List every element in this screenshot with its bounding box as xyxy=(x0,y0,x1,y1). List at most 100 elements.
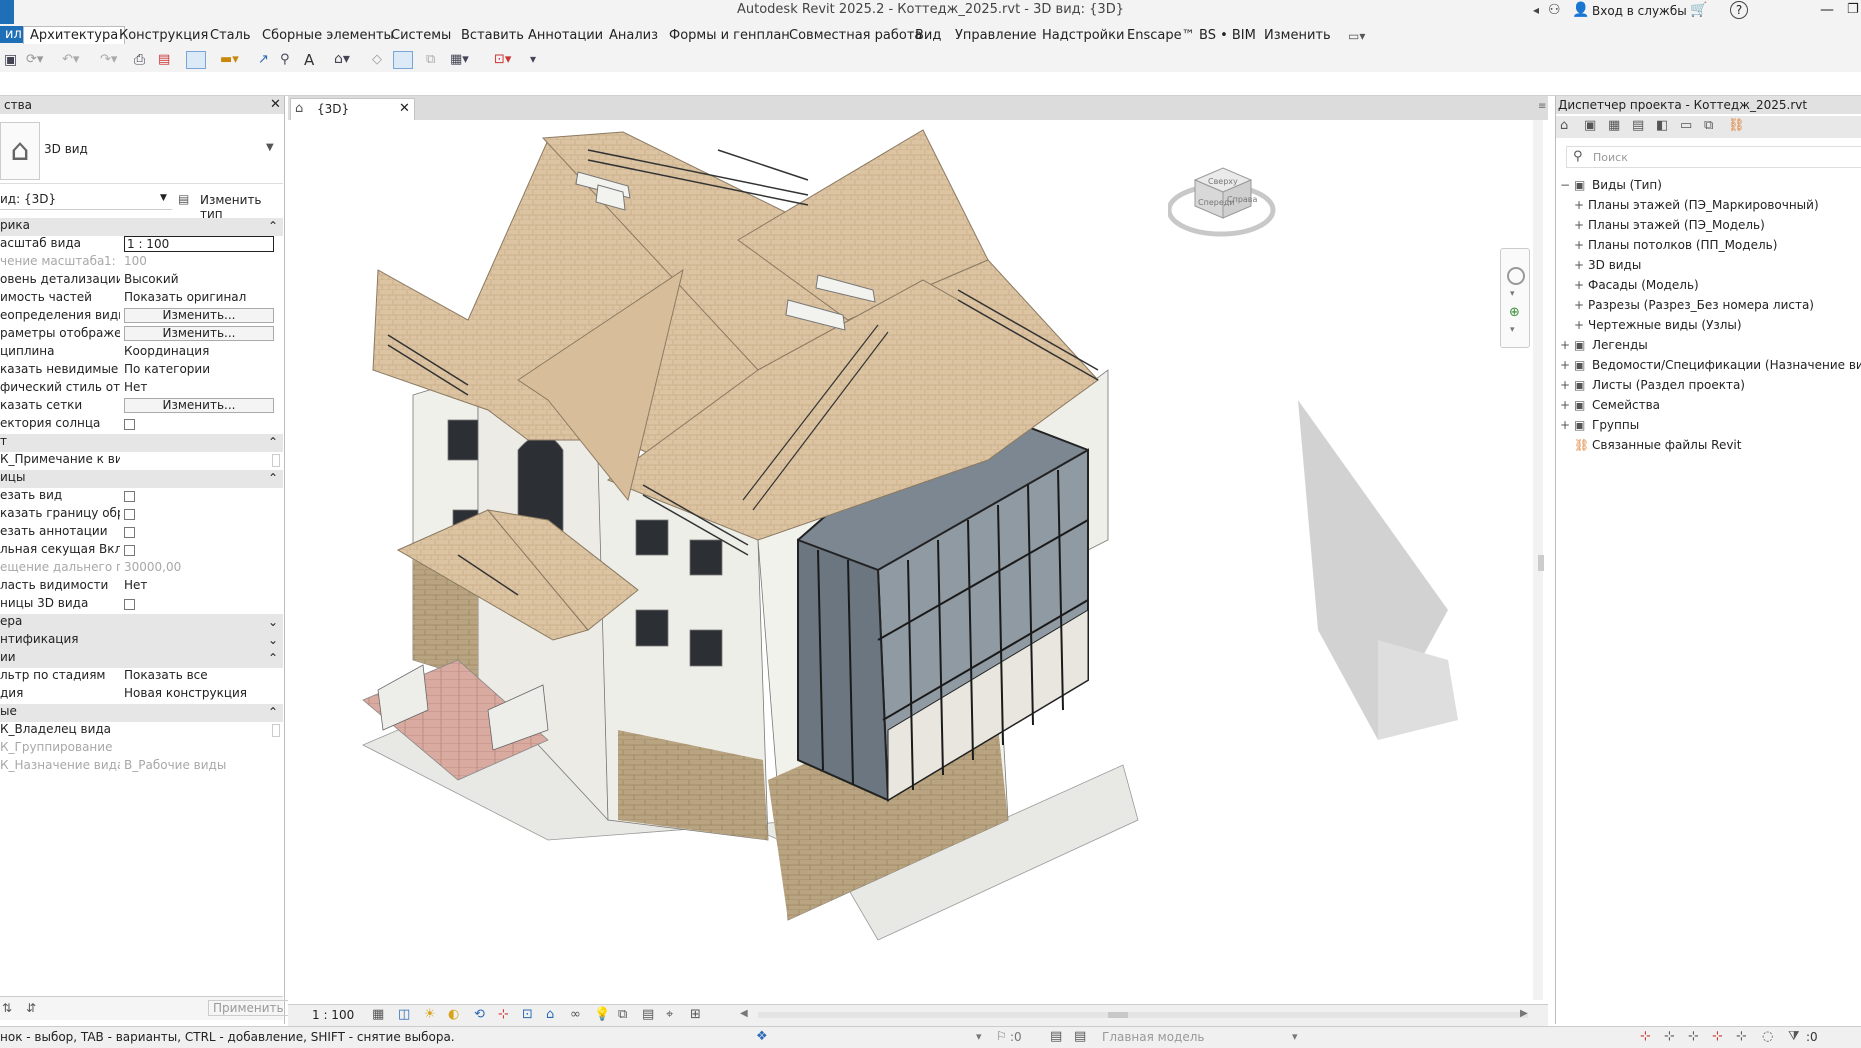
chevron-down-icon[interactable]: ▼ xyxy=(266,142,274,153)
chevron-down-icon[interactable]: ▾ xyxy=(1510,289,1515,299)
expand-toggle-icon[interactable]: + xyxy=(1560,398,1574,412)
value-field[interactable] xyxy=(272,724,280,737)
expand-toggle-icon[interactable]: + xyxy=(1574,298,1588,312)
property-row[interactable]: чение масштаба 1: 100 xyxy=(0,254,283,272)
property-row[interactable]: ницы 3D вида xyxy=(0,596,283,614)
checkbox[interactable] xyxy=(124,491,135,502)
group-toggle-icon[interactable]: ⌃ xyxy=(268,435,278,449)
apply-button[interactable]: Применить xyxy=(208,1000,289,1016)
sign-in-button[interactable]: Вход в службы xyxy=(1592,4,1687,18)
viewcube[interactable]: Сверху Спереди Справа xyxy=(1166,150,1276,240)
user-icon[interactable]: 👤 xyxy=(1572,2,1589,18)
horizontal-scrollbar[interactable] xyxy=(758,1012,1528,1018)
tab-list-icon[interactable]: ≡ xyxy=(1538,101,1546,112)
property-value[interactable]: 100 xyxy=(124,254,274,268)
browser-item[interactable]: − ▣ Виды (Тип) xyxy=(1560,178,1662,192)
browser-item[interactable]: + Планы этажей (ПЭ_Маркировочный) xyxy=(1574,198,1819,212)
select-links-icon[interactable]: ⊡▾ xyxy=(494,52,511,67)
tag-icon[interactable]: ⚲ xyxy=(280,52,290,67)
browser-item[interactable]: +3D виды xyxy=(1574,258,1641,272)
group-toggle-icon[interactable]: ⌄ xyxy=(268,633,278,647)
crop-view-icon[interactable]: ⊹ xyxy=(498,1007,509,1022)
property-value[interactable]: Нет xyxy=(124,380,274,394)
group-toggle-icon[interactable]: ⌃ xyxy=(268,705,278,719)
tab-precast[interactable]: Сборные элементы xyxy=(262,28,394,43)
tab-view[interactable]: Вид xyxy=(915,28,941,43)
steering-wheel-icon[interactable] xyxy=(1507,267,1525,285)
worksets-icon[interactable]: ❖ xyxy=(756,1029,768,1044)
visual-style-icon[interactable]: ◫ xyxy=(398,1007,410,1022)
tab-annotate[interactable]: Аннотации xyxy=(528,28,603,43)
chevron-down-icon[interactable]: ▾ xyxy=(1510,325,1515,335)
property-value[interactable]: Показать оригинал xyxy=(124,290,274,304)
main-model-icon[interactable]: ▤ xyxy=(1074,1029,1086,1044)
property-value[interactable]: Координация xyxy=(124,344,274,358)
property-row[interactable]: имость частей Показать оригинал xyxy=(0,290,283,308)
instance-selector[interactable]: ид: {3D} ▼ xyxy=(0,190,172,210)
3d-viewport[interactable]: Сверху Спереди Справа ▾ ⊕ ▾ xyxy=(288,120,1543,1010)
scrollbar-thumb[interactable] xyxy=(1108,1012,1128,1018)
property-row[interactable]: раметры отображен... Изменить... xyxy=(0,326,283,344)
property-value[interactable]: Показать все xyxy=(124,668,274,682)
ribbon-display-toggle[interactable]: ▭▾ xyxy=(1348,29,1365,43)
background-process-icon[interactable]: ◌ xyxy=(1762,1029,1773,1044)
expand-toggle-icon[interactable]: + xyxy=(1574,258,1588,272)
family-icon[interactable]: ◧ xyxy=(1656,118,1668,133)
thin-lines-toggle[interactable] xyxy=(186,51,206,69)
property-row[interactable]: ласть видимости Нет xyxy=(0,578,283,596)
section-icon[interactable]: ◇ xyxy=(372,52,382,67)
group-toggle-icon[interactable]: ⌄ xyxy=(268,615,278,629)
crop-region-icon[interactable]: ⊡ xyxy=(522,1007,533,1022)
tab-bs-bim[interactable]: BS • BIM xyxy=(1199,28,1256,43)
reveal-hidden-icon[interactable]: 💡 xyxy=(594,1007,610,1022)
sort-ascending-icon[interactable]: ⇅ xyxy=(2,1001,12,1015)
default-3d-view-icon[interactable]: ⌂▾ xyxy=(334,51,350,67)
value-field[interactable] xyxy=(272,454,280,467)
house-icon[interactable]: ⌂ xyxy=(1560,118,1568,133)
tab-structure[interactable]: Конструкция xyxy=(119,28,208,43)
edit-button[interactable]: Изменить... xyxy=(124,308,274,323)
chevron-down-icon[interactable]: ▾ xyxy=(976,1030,982,1043)
browser-item[interactable]: + Фасады (Модель) xyxy=(1574,278,1699,292)
tab-manage[interactable]: Управление xyxy=(955,28,1037,43)
property-row[interactable]: казать невидимые л... По категории xyxy=(0,362,283,380)
checkbox[interactable] xyxy=(124,545,135,556)
tab-steel[interactable]: Сталь xyxy=(210,28,251,43)
edit-button[interactable]: Изменить... xyxy=(124,326,274,341)
group-toggle-icon[interactable]: ⌃ xyxy=(268,651,278,665)
property-group[interactable]: ии ⌃ xyxy=(0,650,283,668)
property-value[interactable] xyxy=(124,542,274,559)
tab-addins[interactable]: Надстройки xyxy=(1042,28,1124,43)
shadows-icon[interactable]: ◐ xyxy=(448,1007,459,1022)
checkbox[interactable] xyxy=(124,527,135,538)
view-scale[interactable]: 1 : 100 xyxy=(312,1008,354,1022)
property-row[interactable]: казать границу обре... xyxy=(0,506,283,524)
property-value[interactable] xyxy=(124,524,274,541)
tab-massing-site[interactable]: Формы и генплан xyxy=(669,28,790,43)
minimize-button[interactable]: — xyxy=(1820,2,1834,18)
property-row[interactable]: льтр по стадиям Показать все xyxy=(0,668,283,686)
expand-toggle-icon[interactable]: + xyxy=(1574,198,1588,212)
property-row[interactable]: дия Новая конструкция xyxy=(0,686,283,704)
property-value[interactable] xyxy=(124,416,274,433)
splitter-handle[interactable] xyxy=(1538,555,1544,571)
group-icon[interactable]: ⧉ xyxy=(1704,118,1713,133)
property-value[interactable]: По категории xyxy=(124,362,274,376)
cart-icon[interactable]: 🛒 xyxy=(1690,2,1707,18)
render-icon[interactable]: ⟲ xyxy=(474,1007,485,1022)
ceiling-plan-icon[interactable]: ▦ xyxy=(1608,118,1620,133)
highlight-displacement-icon[interactable]: ⌖ xyxy=(666,1007,673,1022)
property-row[interactable]: езать аннотации xyxy=(0,524,283,542)
checkbox[interactable] xyxy=(124,599,135,610)
close-icon[interactable]: ✕ xyxy=(270,97,281,112)
aligned-dimension-icon[interactable]: ↗ xyxy=(258,52,269,67)
tab-modify[interactable]: Изменить xyxy=(1264,28,1331,43)
scroll-right-icon[interactable]: ▶ xyxy=(1520,1008,1528,1019)
close-tab-icon[interactable]: ✕ xyxy=(399,101,410,116)
browser-item[interactable]: + ▣ Листы (Раздел проекта) xyxy=(1560,378,1745,392)
main-model-label[interactable]: Главная модель xyxy=(1102,1030,1204,1044)
search-input[interactable]: ⚲ Поиск xyxy=(1566,146,1861,168)
browser-item[interactable]: + ▣ Группы xyxy=(1560,418,1639,432)
reveal-constraints-icon[interactable]: ⊞ xyxy=(690,1007,701,1022)
property-value[interactable]: В_Рабочие виды xyxy=(124,758,274,772)
